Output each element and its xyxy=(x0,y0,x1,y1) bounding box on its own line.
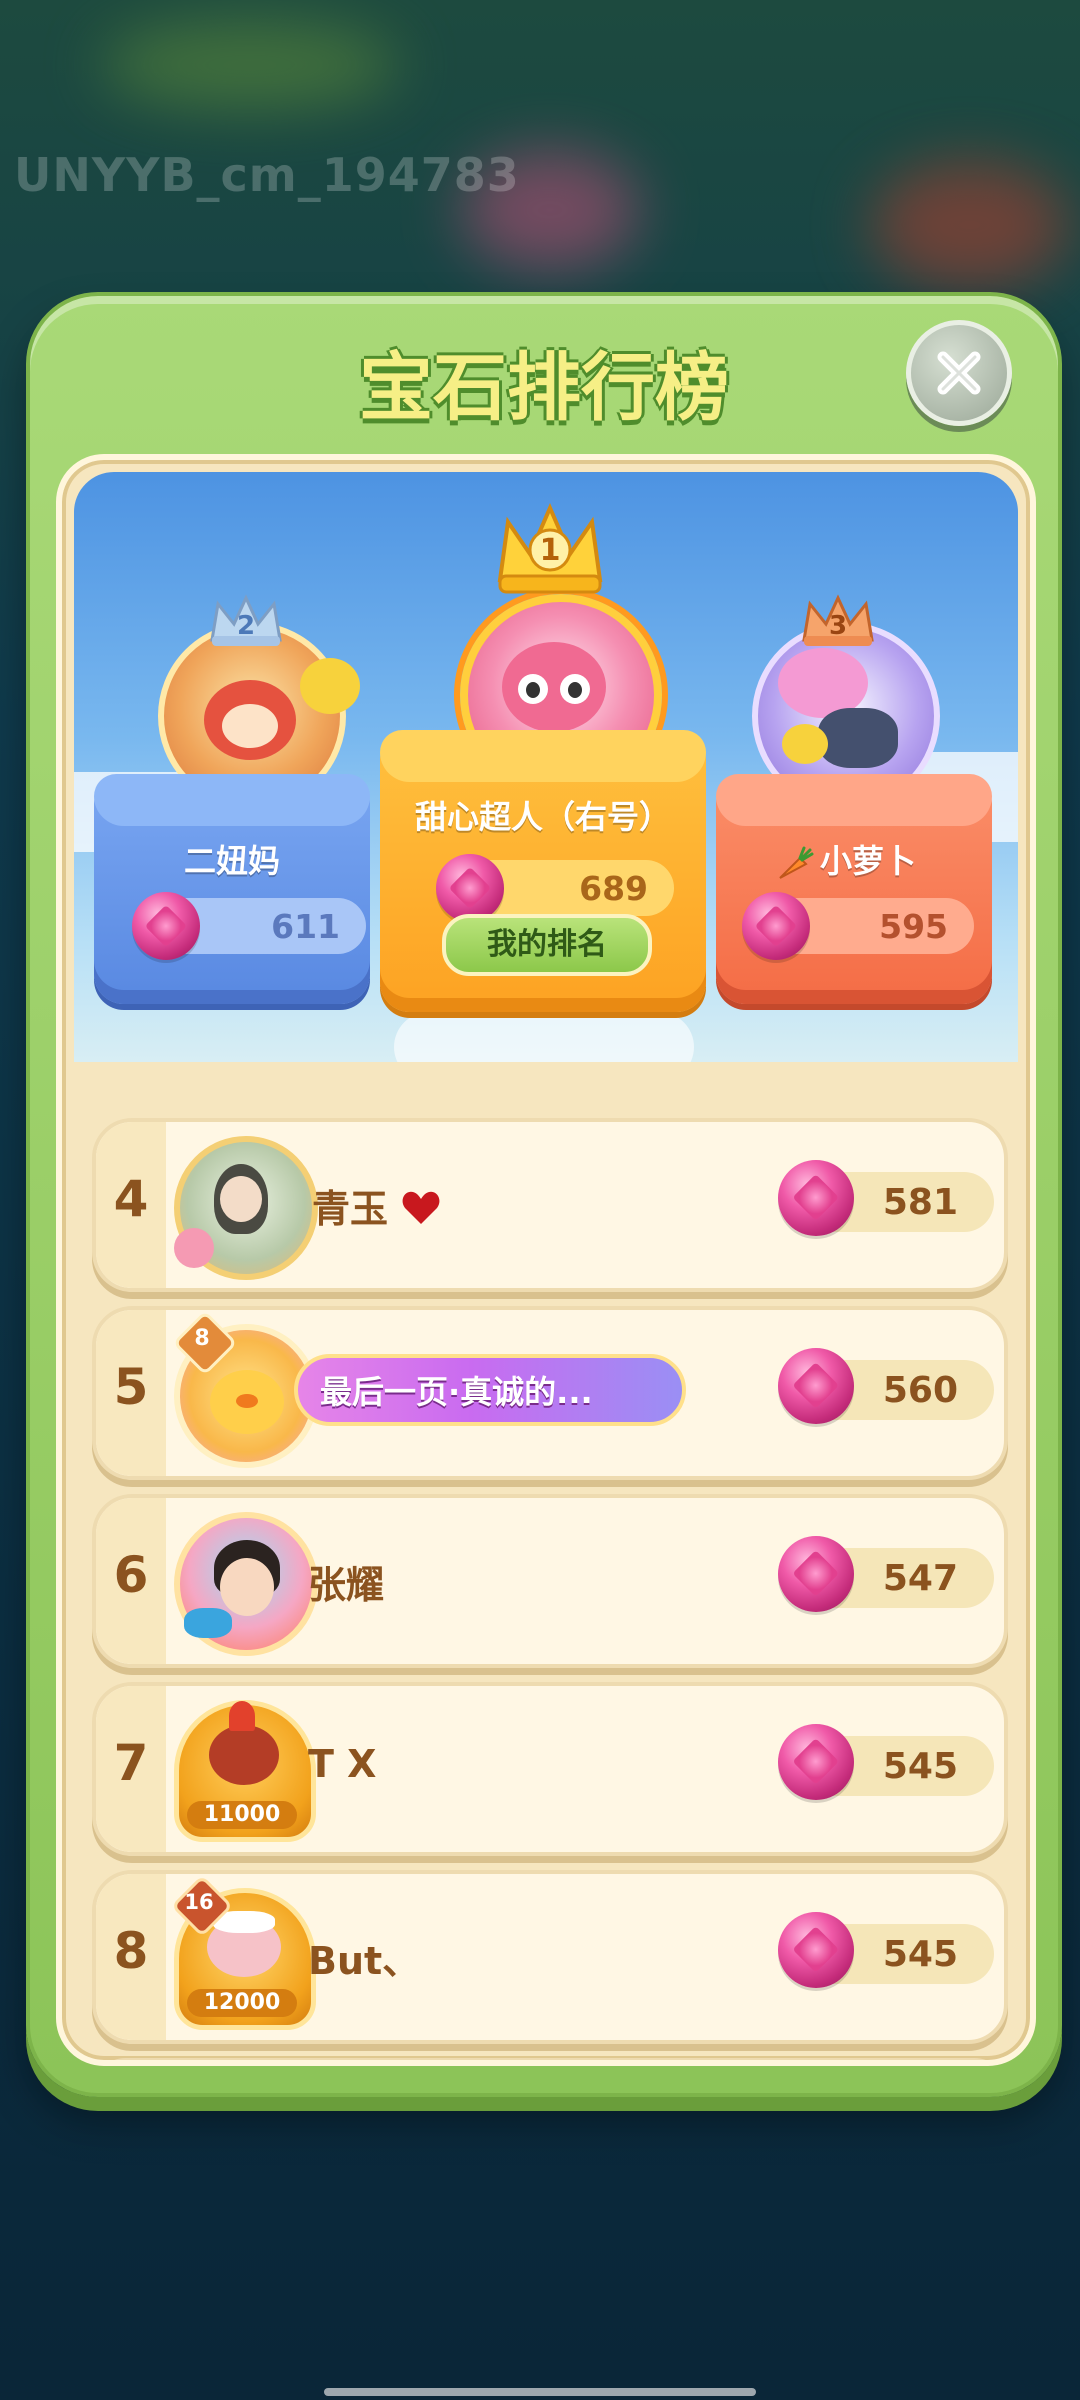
row-name: 最后一页·真诚的... xyxy=(320,1373,593,1411)
rank-3-number: 3 xyxy=(829,611,847,641)
avatar[interactable] xyxy=(174,1512,318,1656)
page-title: 宝石排行榜 xyxy=(359,345,729,431)
list-item[interactable]: 8 12000 16 But、 545 xyxy=(92,1870,1008,2044)
podium-name-2: 二妞妈 xyxy=(183,842,280,880)
avatar[interactable]: 11000 xyxy=(174,1700,316,1842)
list-item[interactable]: 4 青玉 581 xyxy=(92,1118,1008,1292)
row-rank: 6 xyxy=(113,1546,149,1604)
list-item[interactable]: 6 张耀 547 xyxy=(92,1494,1008,1668)
row-rank: 7 xyxy=(113,1734,149,1792)
podium-score-3-value: 595 xyxy=(879,906,948,946)
avatar[interactable] xyxy=(174,1136,318,1280)
podium-pedestal-3: 小萝卜 595 xyxy=(716,774,992,1004)
watermark: UNYYB_cm_194783 xyxy=(14,148,520,202)
close-button[interactable] xyxy=(906,320,1012,426)
rank-2-number: 2 xyxy=(237,611,255,641)
podium: 2 1 3 二妞妈 611 甜心超人（右号） 689 我的排名 小萝卜 595 xyxy=(74,472,1018,1062)
gem-icon xyxy=(436,854,504,922)
list-item[interactable]: 7 11000 T X 545 xyxy=(92,1682,1008,1856)
podium-name-3: 小萝卜 xyxy=(819,842,916,880)
podium-pedestal-2: 二妞妈 611 xyxy=(94,774,370,1004)
heart-icon xyxy=(402,1191,440,1224)
silver-crown-icon: 2 xyxy=(210,594,282,646)
row-name: T X xyxy=(308,1742,377,1786)
gem-icon xyxy=(778,1724,854,1800)
level-badge-text: 16 xyxy=(184,1890,214,1914)
podium-score-1-value: 689 xyxy=(579,868,648,908)
gem-icon xyxy=(778,1536,854,1612)
gem-icon xyxy=(778,1348,854,1424)
gem-icon xyxy=(778,1912,854,1988)
row-name-text: 青玉 xyxy=(312,1187,389,1231)
avatar-badge: 12000 xyxy=(187,1989,297,2017)
gold-crown-icon: 1 xyxy=(497,502,603,594)
gem-icon xyxy=(132,892,200,960)
bronze-crown-icon: 3 xyxy=(802,594,874,646)
leaderboard-panel: 宝石排行榜 2 1 3 二妞妈 611 甜心超人（右号） 689 我的排名 小萝… xyxy=(26,292,1062,2097)
level-badge-text: 8 xyxy=(194,1326,210,1351)
row-name: 青玉 xyxy=(312,1178,441,1233)
row-name: But、 xyxy=(308,1939,421,1983)
podium-pedestal-1: 甜心超人（右号） 689 我的排名 xyxy=(380,730,706,1012)
home-indicator[interactable] xyxy=(324,2388,756,2396)
gem-icon xyxy=(742,892,810,960)
rank-1-number: 1 xyxy=(540,533,561,568)
row-rank: 4 xyxy=(113,1170,149,1228)
podium-name-1: 甜心超人（右号） xyxy=(414,798,671,836)
avatar-badge: 11000 xyxy=(187,1801,297,1829)
podium-score-2-value: 611 xyxy=(271,906,340,946)
list-item[interactable]: 5 8 最后一页·真诚的... 560 xyxy=(92,1306,1008,1480)
background-blur xyxy=(100,20,400,110)
background-blur xyxy=(870,160,1070,290)
name-banner: 最后一页·真诚的... xyxy=(294,1354,686,1426)
row-rank: 8 xyxy=(113,1922,149,1980)
row-rank: 5 xyxy=(113,1358,149,1416)
close-icon xyxy=(937,351,981,395)
row-name: 张耀 xyxy=(308,1563,385,1607)
leaderboard-content: 2 1 3 二妞妈 611 甜心超人（右号） 689 我的排名 小萝卜 595 … xyxy=(56,454,1036,2066)
my-rank-button[interactable]: 我的排名 xyxy=(442,914,652,976)
list-item[interactable] xyxy=(92,2058,1008,2060)
gem-icon xyxy=(778,1160,854,1236)
